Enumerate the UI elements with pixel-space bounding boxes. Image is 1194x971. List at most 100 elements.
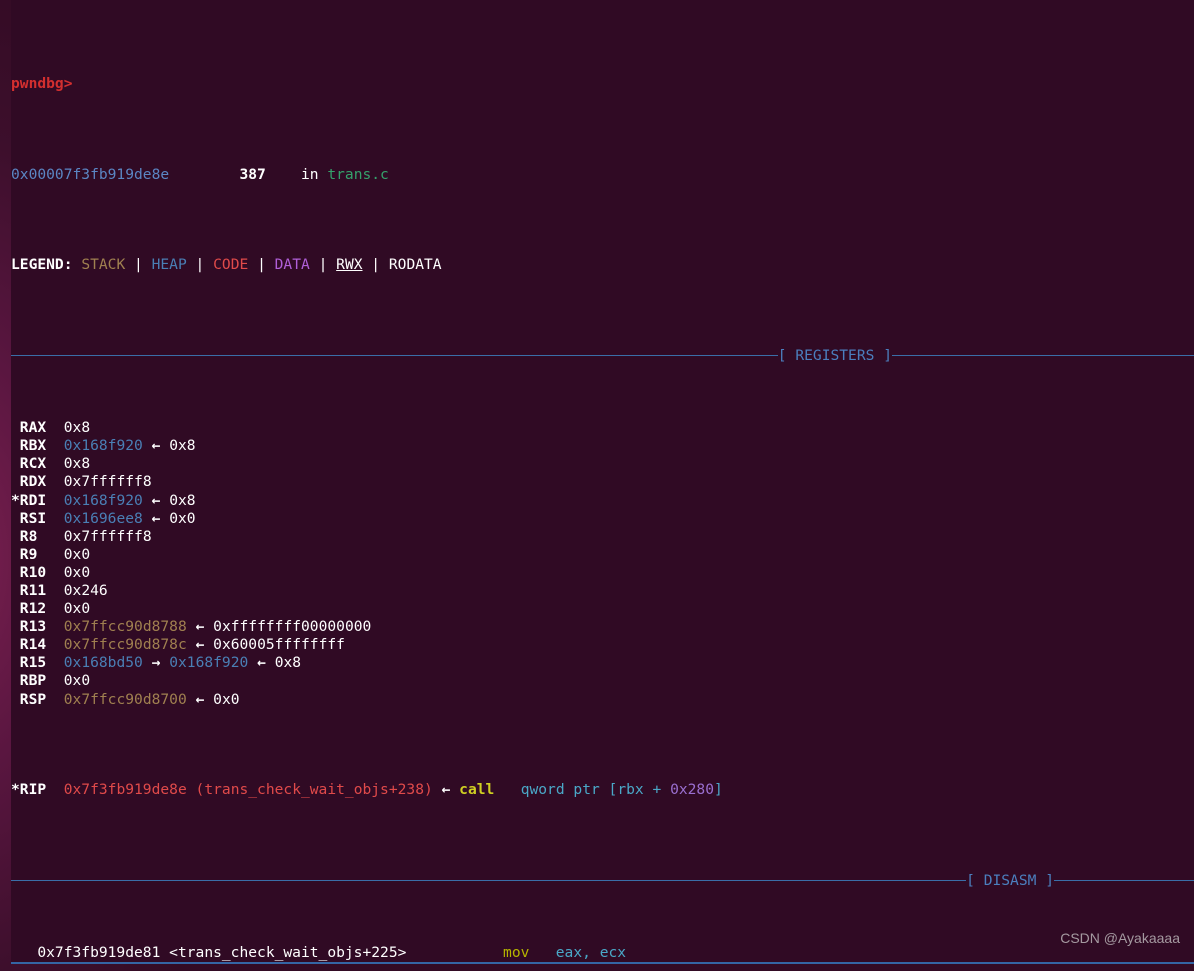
rule-right <box>892 355 1194 357</box>
register-value: 0x168f920 <box>63 437 143 455</box>
register-marker <box>11 582 20 599</box>
register-marker <box>11 546 20 563</box>
chain-value: 0x60005ffffffff <box>213 636 345 654</box>
chain-gap <box>160 654 169 671</box>
register-marker <box>11 654 20 671</box>
rip-space2 <box>433 781 442 798</box>
register-row: R15 0x168bd50 → 0x168f920 ← 0x8 <box>11 654 1194 672</box>
chain-gap <box>204 618 213 635</box>
register-row: RAX 0x8 <box>11 419 1194 437</box>
register-name: RCX <box>19 455 55 473</box>
legend-item-stack: STACK <box>81 256 126 274</box>
register-name: R14 <box>19 636 55 654</box>
register-value: 0x1696ee8 <box>63 509 143 527</box>
section-title-disasm: [ DISASM ] <box>966 871 1054 889</box>
disasm-address: 0x7f3fb919de81 <box>37 943 161 961</box>
disasm-symbol: <trans_check_wait_objs+225> <box>169 943 504 961</box>
register-name: RDI <box>19 491 55 509</box>
chain-gap <box>143 654 152 671</box>
rip-name: RIP <box>19 781 47 799</box>
chain-gap <box>187 618 196 635</box>
register-marker <box>11 437 20 454</box>
register-row: RDX 0x7ffffff8 <box>11 473 1194 491</box>
register-gap <box>55 528 64 545</box>
register-row: RBX 0x168f920 ← 0x8 <box>11 437 1194 455</box>
legend-space <box>73 256 82 273</box>
watermark: CSDN @Ayakaaaa <box>1060 930 1180 946</box>
register-marker: * <box>11 491 20 509</box>
register-value: 0x8 <box>63 455 91 473</box>
disasm-indent <box>11 944 37 961</box>
section-header-disasm: [ DISASM ] <box>11 872 1194 890</box>
register-name: R8 <box>19 527 55 545</box>
terminal-window[interactable]: pwndbg> 0x00007f3fb919de8e 387 in trans.… <box>11 0 1194 962</box>
register-gap <box>55 455 64 472</box>
register-marker <box>11 672 20 689</box>
register-gap <box>55 437 64 454</box>
register-gap <box>55 510 64 527</box>
register-name: R12 <box>19 600 55 618</box>
register-name: R13 <box>19 618 55 636</box>
disasm-list: 0x7f3fb919de81 <trans_check_wait_objs+22… <box>11 944 1194 962</box>
chain-gap <box>143 510 152 527</box>
legend-item-rodata: RODATA <box>388 256 442 274</box>
register-row: RSP 0x7ffcc90d8700 ← 0x0 <box>11 691 1194 709</box>
register-value: 0x7ffcc90d8700 <box>63 690 187 708</box>
register-marker <box>11 618 20 635</box>
disasm-row: 0x7f3fb919de81 <trans_check_wait_objs+22… <box>11 944 1194 962</box>
legend-sep-4: | <box>309 256 337 274</box>
register-row-rip: *RIP 0x7f3fb919de8e (trans_check_wait_ob… <box>11 781 1194 799</box>
chain-gap <box>204 636 213 653</box>
register-gap <box>55 564 64 581</box>
chain-gap <box>160 510 169 527</box>
legend-item-data: DATA <box>274 256 310 274</box>
register-marker <box>11 600 20 617</box>
register-row: R12 0x0 <box>11 600 1194 618</box>
register-row: RBP 0x0 <box>11 672 1194 690</box>
register-value: 0x0 <box>63 563 91 581</box>
chain-value: 0xffffffff00000000 <box>213 618 372 636</box>
location-line: 0x00007f3fb919de8e 387 in trans.c <box>11 166 1194 184</box>
register-row: RCX 0x8 <box>11 455 1194 473</box>
register-value: 0x246 <box>63 582 108 599</box>
rule-left <box>11 355 778 357</box>
register-gap <box>55 419 64 436</box>
chain-gap <box>248 654 257 671</box>
location-source-file: trans.c <box>327 165 389 183</box>
register-gap <box>55 473 64 490</box>
register-name: RAX <box>19 419 55 437</box>
register-gap <box>55 672 64 689</box>
location-gap1 <box>169 166 239 183</box>
register-value: 0x0 <box>63 545 91 563</box>
legend-sep-2: | <box>186 256 214 274</box>
chain-gap <box>187 691 196 708</box>
disasm-operands: eax, ecx <box>555 943 627 961</box>
register-gap <box>55 654 64 671</box>
register-name: RBX <box>19 437 55 455</box>
chain-value: 0x8 <box>169 491 196 509</box>
register-gap <box>55 492 64 509</box>
register-row: R8 0x7ffffff8 <box>11 528 1194 546</box>
register-row: R9 0x0 <box>11 546 1194 564</box>
chain-value: 0x0 <box>213 690 240 708</box>
register-row: RSI 0x1696ee8 ← 0x0 <box>11 510 1194 528</box>
terminal-screen[interactable]: pwndbg> 0x00007f3fb919de8e 387 in trans.… <box>11 0 1194 962</box>
register-name: RDX <box>19 473 55 491</box>
register-marker <box>11 691 20 708</box>
rip-operands-offset: 0x280 <box>670 781 714 799</box>
register-row: R14 0x7ffcc90d878c ← 0x60005ffffffff <box>11 636 1194 654</box>
chain-value: 0x8 <box>274 654 302 672</box>
register-marker <box>11 564 20 581</box>
location-in-keyword: in <box>300 165 319 183</box>
register-value: 0x0 <box>63 672 91 690</box>
register-gap <box>55 691 64 708</box>
rip-operands-suffix: ] <box>714 781 723 799</box>
terminal-bottom-rule <box>11 962 1194 964</box>
register-gap <box>55 618 64 635</box>
rip-space3 <box>450 781 459 798</box>
chain-gap <box>160 437 169 454</box>
rip-operands-prefix: qword ptr [rbx + <box>520 781 671 799</box>
rip-marker: * <box>11 781 20 799</box>
register-gap <box>55 600 64 617</box>
